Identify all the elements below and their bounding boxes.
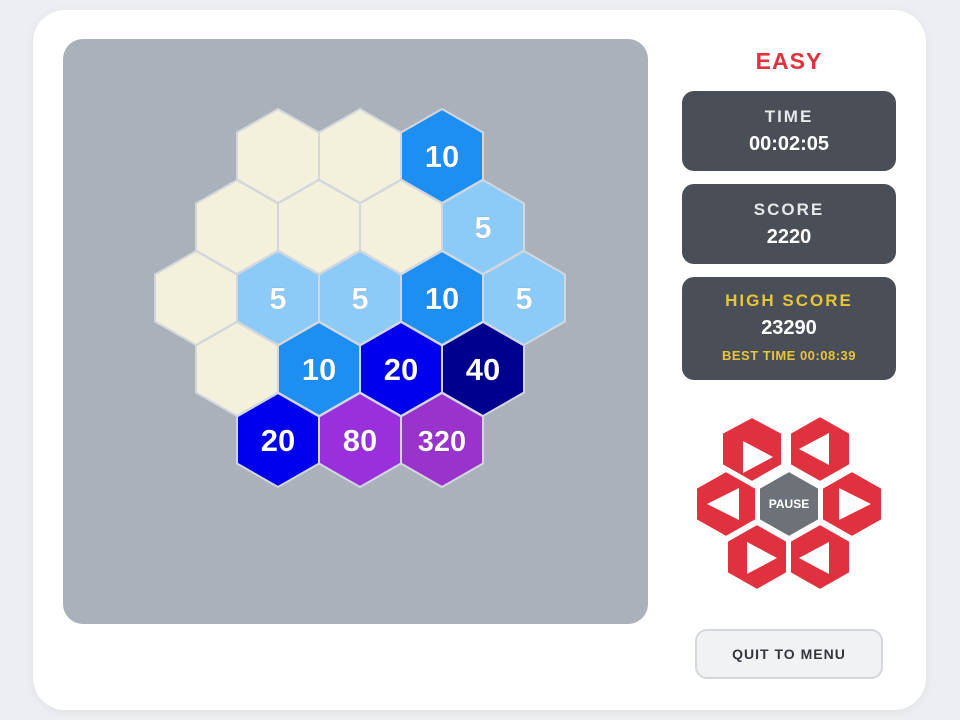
hex-grid: 10 5 5 5 10 5 10 20 40 20 80 320 <box>154 107 566 489</box>
tile-value: 5 <box>269 281 286 316</box>
quit-to-menu-button[interactable]: QUIT TO MENU <box>695 629 883 679</box>
pause-button[interactable]: PAUSE <box>758 469 820 539</box>
time-panel: TIME 00:02:05 <box>682 91 896 171</box>
tile-value: 40 <box>466 352 500 387</box>
move-down-right-button[interactable] <box>789 522 851 592</box>
move-up-right-button[interactable] <box>789 414 851 484</box>
time-label: TIME <box>764 107 814 126</box>
direction-controls: PAUSE <box>695 414 883 592</box>
high-score-label: HIGH SCORE <box>725 291 853 310</box>
tile-value: 80 <box>343 423 377 458</box>
score-value: 2220 <box>766 226 812 248</box>
difficulty-label: EASY <box>755 48 823 74</box>
score-label: SCORE <box>753 200 825 219</box>
high-score-value: 23290 <box>761 317 817 339</box>
tile-value: 10 <box>425 281 459 316</box>
score-panel: SCORE 2220 <box>682 184 896 264</box>
best-time: BEST TIME 00:08:39 <box>722 348 856 363</box>
game-board: 10 5 5 5 10 5 10 20 40 20 80 320 <box>63 39 648 624</box>
tile-value: 5 <box>351 281 368 316</box>
tile-value: 10 <box>302 352 336 387</box>
tile-value: 5 <box>515 281 532 316</box>
move-left-button[interactable] <box>695 469 757 539</box>
move-up-left-button[interactable] <box>721 415 783 484</box>
high-score-panel: HIGH SCORE 23290 BEST TIME 00:08:39 <box>682 277 896 380</box>
tile-value: 5 <box>474 210 491 245</box>
tile-value: 320 <box>418 426 466 458</box>
tile-value: 10 <box>425 139 459 174</box>
pause-label: PAUSE <box>769 497 809 511</box>
move-right-button[interactable] <box>821 469 883 539</box>
time-value: 00:02:05 <box>748 133 830 155</box>
move-down-left-button[interactable] <box>726 522 788 592</box>
tile-value: 20 <box>261 423 295 458</box>
tile-value: 20 <box>384 352 418 387</box>
